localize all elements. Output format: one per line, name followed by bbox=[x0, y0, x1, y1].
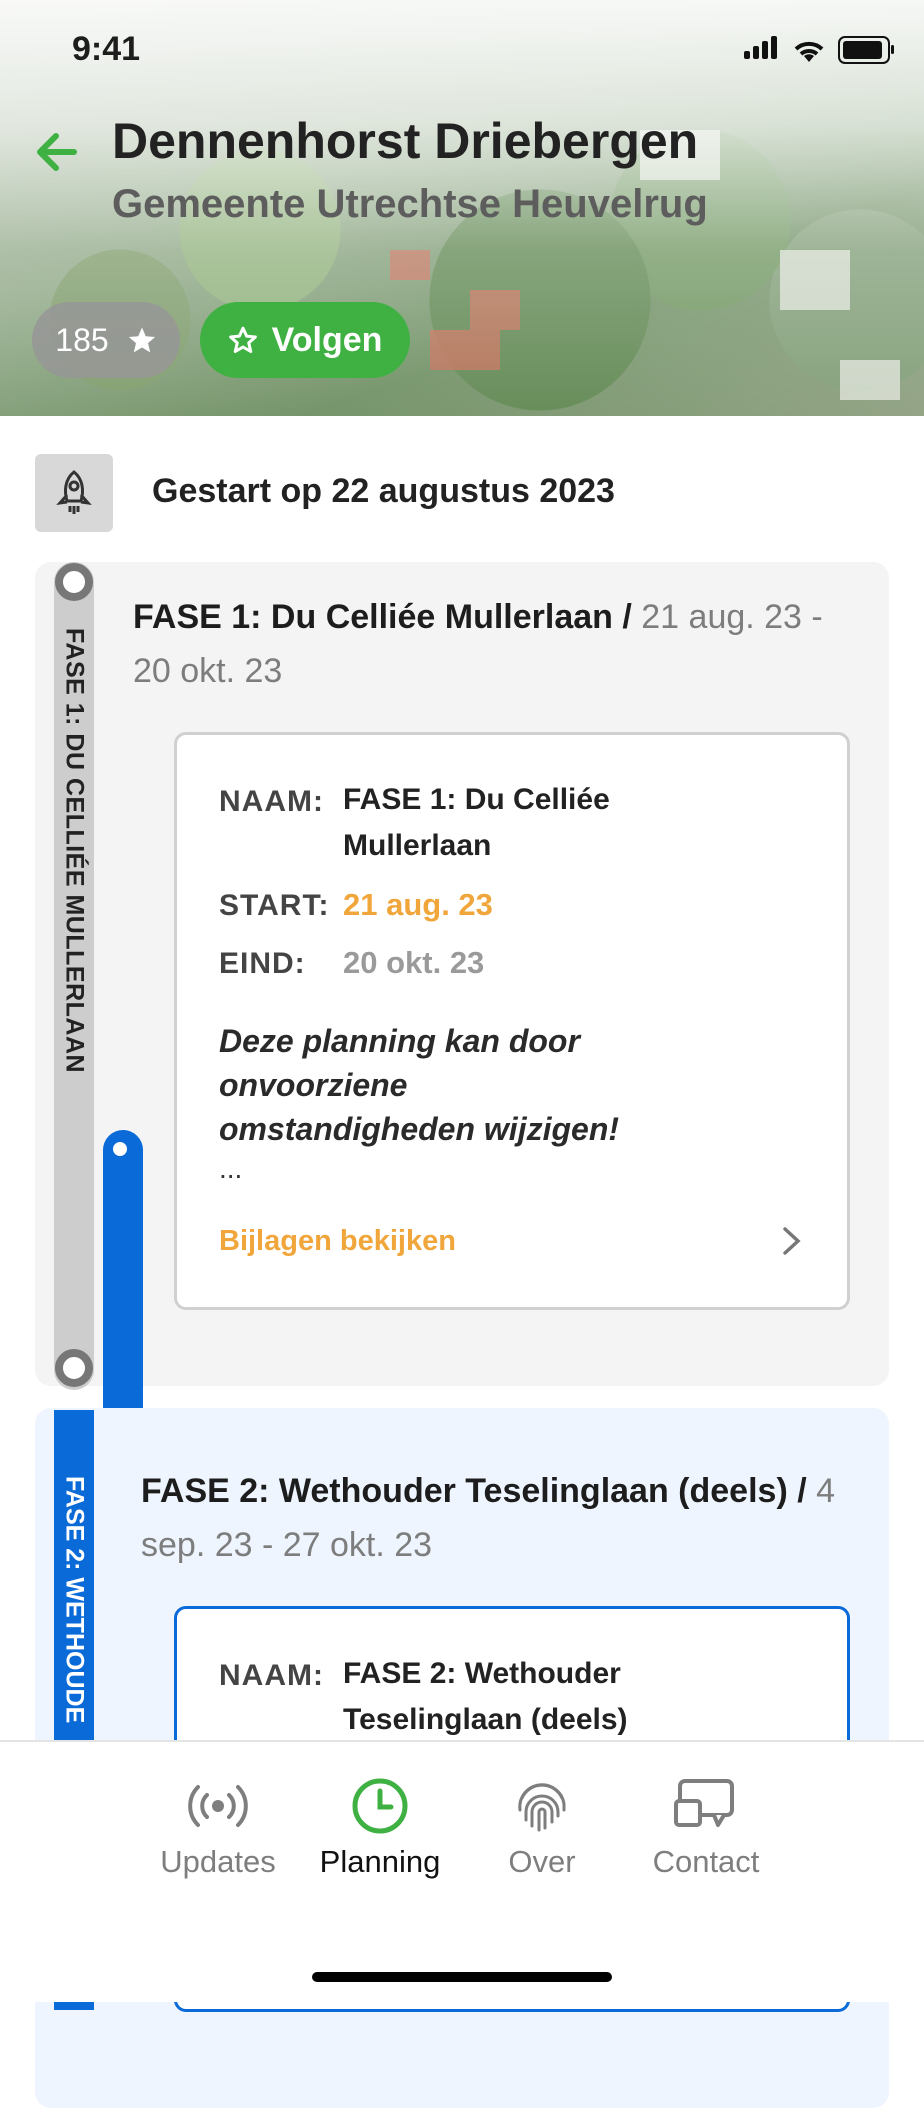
tab-over-label: Over bbox=[508, 1844, 576, 1879]
fingerprint-icon bbox=[518, 1783, 566, 1832]
phase-2-vertical-label-overlay: FASE 2: WETHOUDE bbox=[60, 1476, 89, 1724]
tab-updates[interactable]: Updates bbox=[138, 1774, 298, 1880]
page-title: Dennenhorst Driebergen bbox=[112, 113, 699, 169]
timeline-node bbox=[55, 563, 93, 601]
follow-button[interactable]: Volgen bbox=[200, 302, 410, 378]
tab-updates-label: Updates bbox=[160, 1844, 276, 1879]
tab-contact[interactable]: Contact bbox=[626, 1774, 786, 1880]
follower-count: 185 bbox=[55, 321, 109, 358]
timeline-current-node bbox=[107, 1136, 133, 1162]
battery-icon bbox=[838, 36, 894, 64]
tab-contact-label: Contact bbox=[652, 1844, 760, 1879]
chat-icon bbox=[674, 1779, 734, 1827]
wifi-icon bbox=[794, 41, 824, 62]
broadcast-icon bbox=[188, 1785, 248, 1827]
note-ellipsis: ... bbox=[219, 1153, 243, 1184]
attachments-link[interactable]: Bijlagen bekijken bbox=[219, 1225, 456, 1258]
tab-planning[interactable]: Planning bbox=[300, 1774, 460, 1880]
tab-over[interactable]: Over bbox=[462, 1774, 622, 1880]
planning-note: Deze planning kan door onvoorziene omsta… bbox=[219, 1023, 620, 1147]
rocket-icon-box bbox=[35, 454, 113, 532]
phase-1-heading: FASE 1: Du Celliée Mullerlaan / 21 aug. … bbox=[133, 590, 833, 698]
home-indicator[interactable] bbox=[312, 1972, 612, 1982]
status-icons bbox=[744, 36, 894, 64]
eind-label: EIND: bbox=[219, 947, 306, 980]
follower-count-badge: 185 bbox=[32, 302, 180, 378]
clock-icon bbox=[352, 1778, 408, 1834]
phase-2-heading: FASE 2: Wethouder Teselinglaan (deels) /… bbox=[141, 1464, 841, 1572]
phase-1-card[interactable]: NAAM: FASE 1: Du Celliée Mullerlaan STAR… bbox=[174, 732, 850, 1310]
star-outline-icon bbox=[228, 326, 257, 353]
eind-value: 20 okt. 23 bbox=[343, 945, 485, 980]
naam-label: NAAM: bbox=[219, 785, 324, 818]
signal-icon bbox=[744, 36, 780, 64]
page-subtitle: Gemeente Utrechtse Heuvelrug bbox=[112, 182, 708, 226]
tab-planning-label: Planning bbox=[319, 1844, 441, 1879]
naam-value: FASE 1: Du Celliée Mullerlaan bbox=[343, 783, 610, 862]
phase-1-title: FASE 1: Du Celliée Mullerlaan / bbox=[133, 598, 632, 636]
status-time: 9:41 bbox=[72, 30, 141, 68]
back-arrow-icon[interactable] bbox=[30, 128, 78, 176]
phase-2-title: FASE 2: Wethouder Teselinglaan (deels) / bbox=[141, 1472, 807, 1510]
naam-value: FASE 2: Wethouder Teselinglaan (deels) bbox=[343, 1657, 628, 1736]
start-label: START: bbox=[219, 889, 330, 922]
star-icon bbox=[128, 327, 155, 353]
start-value: 21 aug. 23 bbox=[343, 887, 493, 922]
phase-1-vertical-label: FASE 1: DU CELLIÉE MULLERLAAN bbox=[60, 628, 89, 1074]
naam-label: NAAM: bbox=[219, 1659, 324, 1692]
tab-bar: Updates Planning Over Contact bbox=[0, 1740, 924, 2002]
started-date: Gestart op 22 augustus 2023 bbox=[152, 472, 615, 510]
rocket-icon bbox=[56, 470, 92, 514]
chevron-right-icon[interactable] bbox=[779, 1223, 805, 1259]
follow-label: Volgen bbox=[271, 320, 383, 359]
